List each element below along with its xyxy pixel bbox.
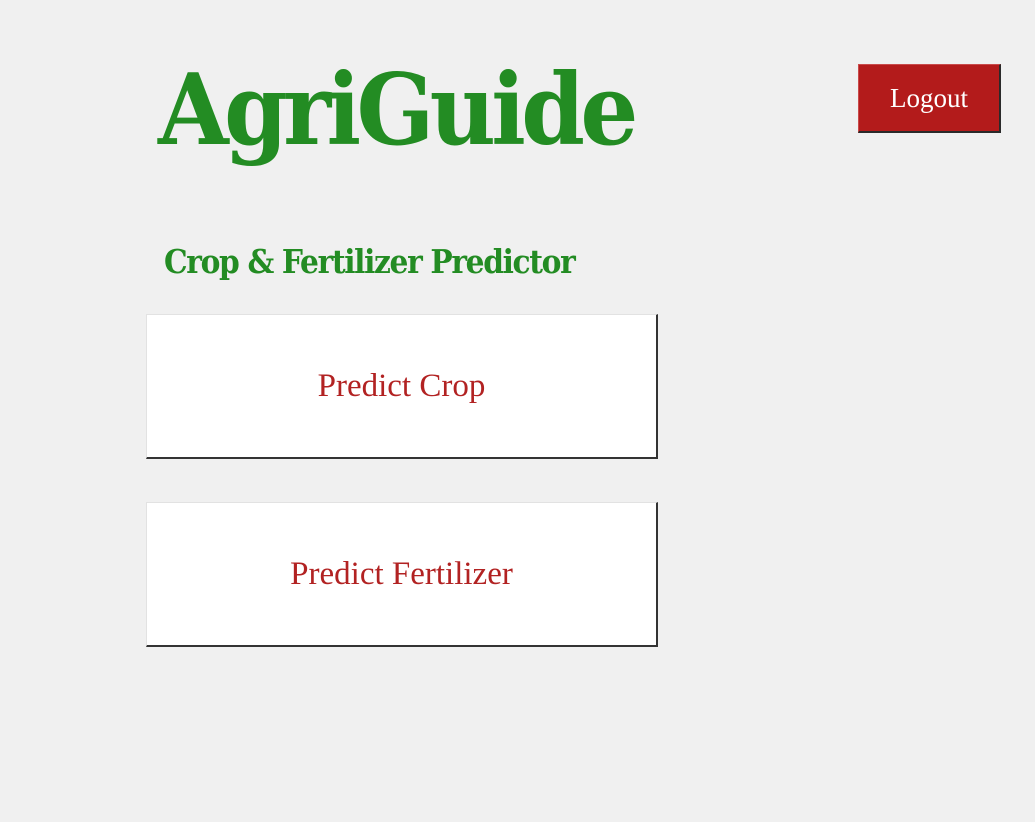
predict-fertilizer-button[interactable]: Predict Fertilizer: [146, 502, 658, 647]
app-subtitle: Crop & Fertilizer Predictor: [164, 242, 576, 281]
logout-button[interactable]: Logout: [858, 64, 1001, 133]
app-title: AgriGuide: [158, 53, 638, 168]
predict-crop-label: Predict Crop: [317, 367, 486, 404]
predict-fertilizer-label: Predict Fertilizer: [290, 555, 513, 592]
predict-crop-button[interactable]: Predict Crop: [146, 314, 658, 459]
